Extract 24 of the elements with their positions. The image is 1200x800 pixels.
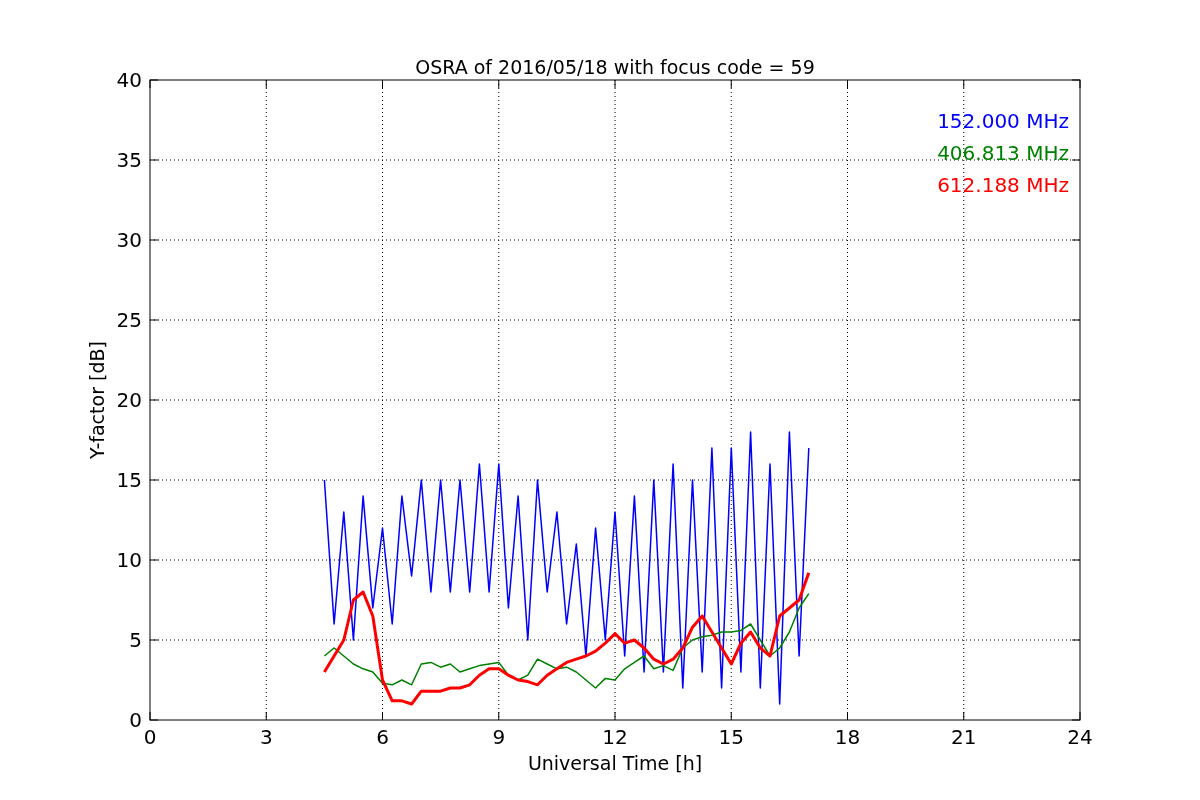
tick-label: 9: [492, 725, 506, 749]
axis-title: Y-factor [dB]: [86, 341, 108, 459]
tick-label: 12: [602, 725, 628, 749]
tick-label: 21: [951, 725, 977, 749]
legend-label: 612.188 MHz: [937, 173, 1069, 197]
tick-label: 6: [376, 725, 389, 749]
legend-label: 152.000 MHz: [937, 109, 1069, 133]
tick-label: 24: [1067, 725, 1093, 749]
tick-label: 20: [116, 388, 142, 412]
tick-label: 15: [116, 468, 142, 492]
tick-label: 5: [129, 628, 142, 652]
tick-label: 15: [718, 725, 744, 749]
tick-label: 10: [116, 548, 142, 572]
tick-label: 18: [834, 725, 861, 749]
axis-title: Universal Time [h]: [527, 752, 703, 774]
tick-label: 40: [116, 68, 142, 92]
tick-label: 0: [129, 708, 142, 732]
tick-label: 3: [259, 725, 273, 749]
tick-label: 30: [116, 228, 142, 252]
chart-title: OSRA of 2016/05/18 with focus code = 59: [415, 56, 815, 78]
tick-label: 0: [143, 725, 157, 749]
tick-label: 25: [116, 308, 142, 332]
legend-label: 406.813 MHz: [937, 141, 1069, 165]
tick-label: 35: [116, 148, 142, 172]
